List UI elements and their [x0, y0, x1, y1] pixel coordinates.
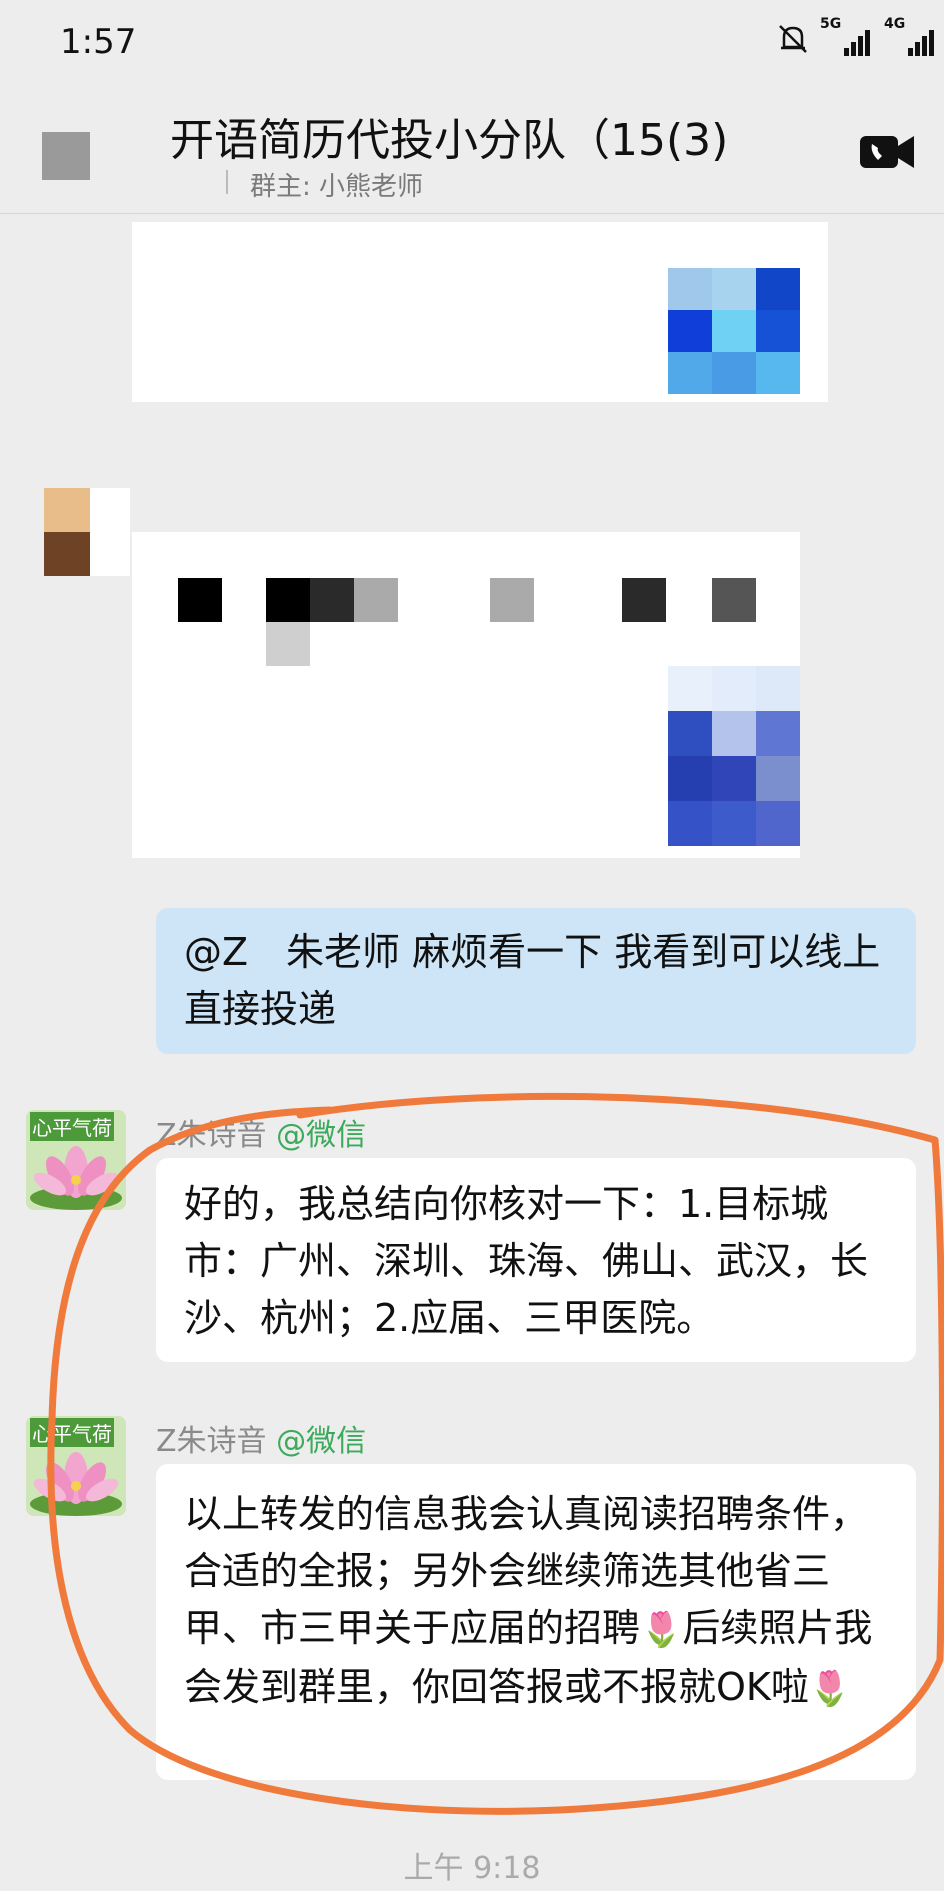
avatar-badge: 心平气荷: [30, 1418, 114, 1447]
avatar-badge: 心平气荷: [30, 1112, 114, 1141]
message-bubble-self[interactable]: @Z 朱老师 麻烦看一下 我看到可以线上直接投递: [156, 908, 916, 1054]
tulip-emoji: 🌷: [640, 1610, 683, 1650]
redacted-thumbnail: [668, 268, 800, 394]
message-text: @Z 朱老师 麻烦看一下 我看到可以线上直接投递: [184, 930, 881, 1031]
back-icon[interactable]: [42, 132, 90, 180]
signal-icon: 5G: [820, 16, 874, 56]
message-bubble[interactable]: 好的，我总结向你核对一下：1.目标城市：广州、深圳、珠海、佛山、武汉，长沙、杭州…: [156, 1158, 916, 1362]
status-icons: 5G 4G: [776, 16, 938, 56]
avatar[interactable]: 心平气荷: [26, 1110, 126, 1210]
tulip-emoji: 🌷: [808, 1669, 852, 1709]
redacted-avatar: [44, 488, 90, 576]
divider: [226, 170, 228, 194]
redacted-thumbnail: [668, 666, 800, 846]
status-time: 1:57: [60, 22, 137, 62]
redacted-text: [178, 578, 758, 666]
network-type-label: 5G: [820, 16, 842, 32]
sender-source: @微信: [276, 1424, 367, 1459]
message-timestamp: 上午 9:18: [403, 1851, 541, 1886]
sender-label: Z朱诗音: [156, 1424, 267, 1459]
network-type-label: 4G: [884, 16, 906, 32]
redacted-avatar-area: [90, 488, 130, 576]
message-text: 好的，我总结向你核对一下：1.目标城市：广州、深圳、珠海、佛山、武汉，长沙、杭州…: [184, 1182, 869, 1340]
group-owner-label: 群主: 小熊老师: [250, 172, 424, 202]
chat-title: 开语简历代投小分队（15(3): [170, 115, 729, 166]
sender-source: @微信: [276, 1118, 367, 1153]
sender-label: Z朱诗音: [156, 1118, 267, 1153]
sender-name: Z朱诗音 @微信: [156, 1110, 366, 1154]
message-bubble[interactable]: 以上转发的信息我会认真阅读招聘条件，合适的全报；另外会继续筛选其他省三甲、市三甲…: [156, 1464, 916, 1780]
sender-name: Z朱诗音 @微信: [156, 1416, 366, 1460]
status-bar: 1:57 5G 4G: [0, 0, 944, 92]
chat-header: 开语简历代投小分队（15(3) 群主: 小熊老师: [0, 92, 944, 214]
avatar[interactable]: 心平气荷: [26, 1416, 126, 1516]
video-call-icon[interactable]: [858, 132, 916, 172]
signal-icon: 4G: [884, 16, 938, 56]
bell-muted-icon: [779, 25, 807, 53]
